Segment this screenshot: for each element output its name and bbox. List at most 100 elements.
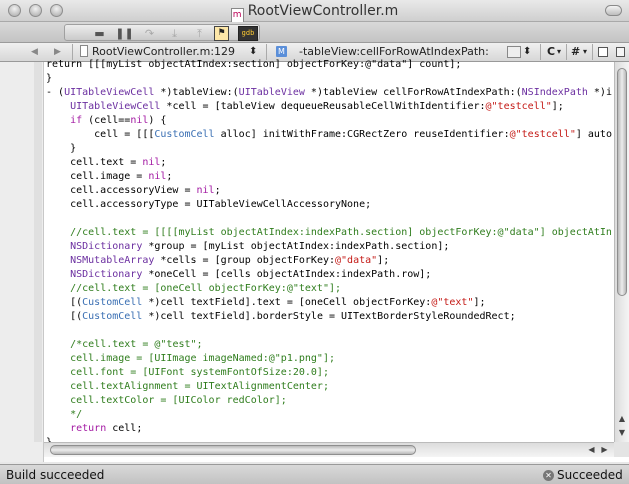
code-token: NSDictionary — [70, 241, 143, 252]
code-line[interactable]: - (UITableViewCell *)tableView:(UITableV… — [46, 86, 614, 100]
code-token: (cell== — [82, 115, 131, 126]
breakpoint-icon[interactable]: ⚑ — [214, 26, 229, 41]
code-token: @"testcell" — [485, 101, 552, 112]
code-token: [( — [46, 311, 83, 322]
gdb-icon[interactable]: gdb — [238, 26, 258, 41]
code-token: return [[[myList objectAtIndex:section] … — [46, 59, 462, 70]
horizontal-scrollbar[interactable]: ◀ ▶ — [44, 442, 614, 457]
code-token: if — [70, 115, 83, 126]
code-token: nil — [148, 171, 167, 182]
code-line[interactable]: NSMutableArray *cells = [group objectFor… — [46, 254, 614, 268]
code-token: *)tableView:( — [154, 87, 239, 98]
code-token: ; — [160, 157, 167, 168]
scroll-right-icon[interactable]: ▶ — [599, 445, 610, 455]
code-line[interactable]: //cell.text = [oneCell objectForKey:@"te… — [46, 282, 614, 296]
code-token: @"testcell" — [509, 129, 576, 140]
code-token: //cell.text = [[[[myList objectAtIndex:i… — [70, 227, 612, 238]
file-icon — [80, 45, 88, 57]
code-token: ]; — [377, 255, 390, 266]
scroll-down-icon[interactable]: ▼ — [617, 427, 627, 438]
scroll-left-icon[interactable]: ◀ — [586, 445, 597, 455]
code-line[interactable]: cell.accessoryType = UITableViewCellAcce… — [46, 198, 614, 212]
code-line[interactable]: return cell; — [46, 422, 614, 436]
code-token: *oneCell = [cells objectAtIndex:indexPat… — [142, 269, 432, 280]
split-view-icon[interactable] — [598, 47, 608, 57]
back-arrow-icon[interactable]: ◀ — [31, 43, 38, 61]
code-token: alloc] initWithFrame:CGRectZero reuseIde… — [214, 129, 510, 140]
debug-controls: ▬ ❚❚ ↷ ⤓ ⤒ ⚑ gdb — [64, 24, 260, 41]
code-token: - ( — [46, 87, 65, 98]
code-line[interactable]: /*cell.text = @"test"; — [46, 338, 614, 352]
code-line[interactable] — [46, 324, 614, 338]
code-folding-ribbon[interactable] — [34, 62, 42, 442]
code-line[interactable]: if (cell==nil) { — [46, 114, 614, 128]
code-token: cell.image = — [46, 171, 149, 182]
objc-file-icon: m — [230, 8, 244, 23]
code-token: *)i — [587, 87, 612, 98]
cancel-build-icon[interactable]: ✕ — [543, 470, 554, 481]
code-token: *)cell textField].borderStyle = UITextBo… — [142, 311, 516, 322]
counterpart-icon[interactable] — [616, 47, 625, 57]
code-token: CustomCell — [154, 129, 215, 140]
code-token: nil — [130, 115, 149, 126]
code-token: ]; — [473, 297, 486, 308]
code-token: CustomCell — [82, 311, 143, 322]
scroll-up-icon[interactable]: ▲ — [617, 413, 627, 424]
code-line[interactable]: NSDictionary *group = [myList objectAtIn… — [46, 240, 614, 254]
breakpoint-toggle-icon[interactable]: ▬ — [89, 25, 110, 42]
code-line[interactable]: cell.font = [UIFont systemFontOfSize:20.… — [46, 366, 614, 380]
code-line[interactable]: cell.textColor = [UIColor redColor]; — [46, 394, 614, 408]
status-bar: Build succeeded ✕ Succeeded — [0, 464, 629, 484]
code-token: cell; — [106, 423, 143, 434]
step-into-icon[interactable]: ⤓ — [164, 25, 185, 42]
code-line[interactable]: cell.textAlignment = UITextAlignmentCent… — [46, 380, 614, 394]
code-line[interactable]: */ — [46, 408, 614, 422]
pause-icon[interactable]: ❚❚ — [114, 25, 135, 42]
code-line[interactable]: cell.image = [UIImage imageNamed:@"p1.pn… — [46, 352, 614, 366]
code-line[interactable] — [46, 212, 614, 226]
window-title: m RootViewController.m — [0, 3, 629, 23]
code-token: UITableViewCell — [64, 87, 155, 98]
code-token: [( — [46, 297, 83, 308]
step-over-icon[interactable]: ↷ — [139, 25, 160, 42]
vertical-scroll-thumb[interactable] — [617, 68, 627, 296]
code-line[interactable]: [(CustomCell *)cell textField].text = [o… — [46, 296, 614, 310]
bookmark-icon[interactable] — [507, 46, 521, 58]
code-line[interactable]: } — [46, 72, 614, 86]
code-line[interactable]: //cell.text = [[[[myList objectAtIndex:i… — [46, 226, 614, 240]
horizontal-scroll-thumb[interactable] — [50, 445, 416, 455]
code-token: cell.text = — [46, 157, 143, 168]
code-token: ) { — [148, 115, 167, 126]
code-line[interactable]: cell.accessoryView = nil; — [46, 184, 614, 198]
code-line[interactable]: NSDictionary *oneCell = [cells objectAtI… — [46, 268, 614, 282]
resize-corner — [614, 442, 629, 457]
code-line[interactable]: [(CustomCell *)cell textField].borderSty… — [46, 310, 614, 324]
code-token: nil — [142, 157, 161, 168]
toolbar-toggle-button[interactable] — [605, 5, 622, 16]
source-code[interactable]: return [[[myList objectAtIndex:section] … — [46, 58, 614, 442]
code-line[interactable]: cell = [[[CustomCell alloc] initWithFram… — [46, 128, 614, 142]
code-token: cell.accessoryView = — [46, 185, 197, 196]
code-token: NSMutableArray — [70, 255, 155, 266]
code-editor[interactable]: return [[[myList objectAtIndex:section] … — [0, 59, 629, 462]
code-token: NSDictionary — [70, 269, 143, 280]
code-line[interactable]: cell.text = nil; — [46, 156, 614, 170]
step-out-icon[interactable]: ⤒ — [189, 25, 210, 42]
code-token: @"data" — [335, 255, 378, 266]
vertical-scrollbar[interactable]: ▲ ▼ — [614, 62, 629, 442]
code-token: ; — [166, 171, 173, 182]
code-token: return — [70, 423, 107, 434]
code-line[interactable]: cell.image = nil; — [46, 170, 614, 184]
code-token: *group = [myList objectAtIndex:indexPath… — [142, 241, 450, 252]
code-token: ]; — [551, 101, 564, 112]
code-token: *cell = [tableView dequeueReusableCellWi… — [160, 101, 486, 112]
code-line[interactable]: } — [46, 142, 614, 156]
code-token: UITableViewCell — [70, 101, 161, 112]
code-token: *cells = [group objectForKey: — [154, 255, 336, 266]
code-line[interactable]: return [[[myList objectAtIndex:section] … — [46, 58, 614, 72]
code-line[interactable]: UITableViewCell *cell = [tableView deque… — [46, 100, 614, 114]
